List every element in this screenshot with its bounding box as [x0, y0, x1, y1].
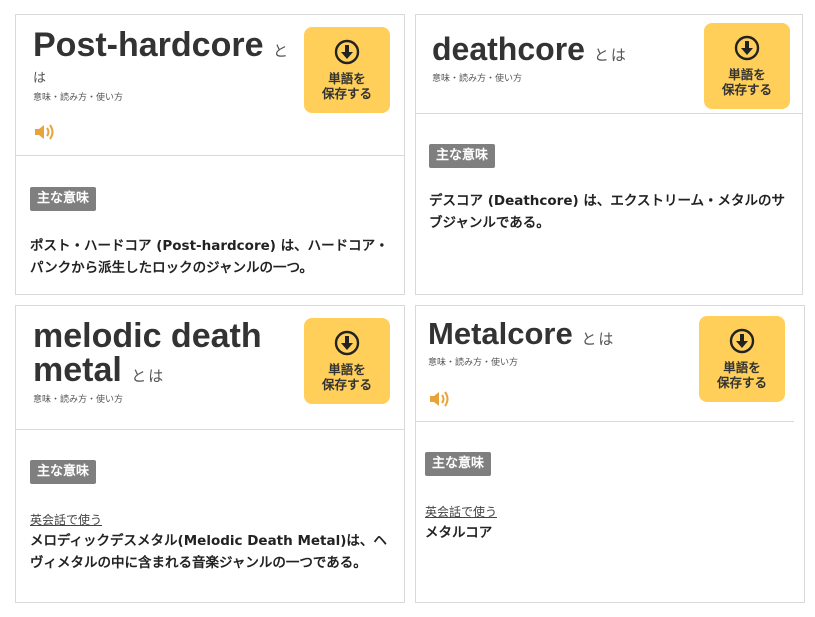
word-meaning: メロディックデスメタル(Melodic Death Metal)は、ヘヴィメタル…	[30, 533, 387, 571]
save-word-button[interactable]: 単語を 保存する	[704, 23, 790, 109]
main-meaning-badge: 主な意味	[30, 460, 97, 484]
speaker-icon[interactable]	[428, 389, 452, 409]
word-title-suffix: は	[33, 71, 49, 86]
speaker-icon[interactable]	[33, 122, 57, 142]
download-icon	[729, 328, 755, 354]
word-subtitle: 意味・読み方・使い方	[33, 395, 124, 405]
word-card-post-hardcore: Post-hardcore と は 意味・読み方・使い方 単語を 保存する 主な意…	[15, 14, 405, 295]
main-meaning-badge: 主な意味	[425, 452, 492, 476]
word-card-melodic-death-metal: melodic death metal とは 意味・読み方・使い方 単語を 保存す…	[15, 305, 405, 603]
word-title-line2: metal とは	[33, 351, 166, 389]
word-subtitle: 意味・読み方・使い方	[33, 93, 124, 103]
word-subtitle: 意味・読み方・使い方	[432, 74, 523, 84]
word-meaning: メタルコア	[425, 525, 493, 541]
word-meaning: ポスト・ハードコア (Post-hardcore) は、ハードコア・パンクから派…	[30, 238, 389, 276]
word-card-deathcore: deathcore とは 意味・読み方・使い方 単語を 保存する 主な意味 デスコ…	[415, 14, 803, 295]
save-word-label: 単語を 保存する	[321, 362, 372, 392]
word-subtitle: 意味・読み方・使い方	[428, 358, 519, 368]
word-title: Metalcore とは	[428, 316, 616, 351]
save-word-label: 単語を 保存する	[321, 71, 372, 101]
divider	[16, 155, 404, 156]
download-icon	[334, 39, 360, 65]
word-title: Post-hardcore と	[33, 26, 290, 64]
save-word-label: 単語を 保存する	[721, 67, 772, 97]
divider	[16, 429, 404, 430]
save-word-button[interactable]: 単語を 保存する	[304, 27, 390, 113]
divider	[416, 421, 794, 422]
divider	[416, 113, 802, 114]
word-card-metalcore: Metalcore とは 意味・読み方・使い方 単語を 保存する 主な意味 英会話…	[415, 305, 805, 603]
main-meaning-badge: 主な意味	[30, 187, 97, 211]
word-title: deathcore とは	[432, 31, 628, 67]
word-title-line1: melodic death	[33, 317, 262, 355]
eikaiwa-link[interactable]: 英会話で使う	[425, 503, 497, 520]
save-word-button[interactable]: 単語を 保存する	[699, 316, 785, 402]
download-icon	[734, 35, 760, 61]
save-word-label: 単語を 保存する	[716, 360, 767, 390]
main-meaning-badge: 主な意味	[429, 144, 496, 168]
eikaiwa-link[interactable]: 英会話で使う	[30, 511, 102, 528]
word-meaning: デスコア (Deathcore) は、エクストリーム・メタルのサブジャンルである…	[429, 193, 786, 231]
download-icon	[334, 330, 360, 356]
save-word-button[interactable]: 単語を 保存する	[304, 318, 390, 404]
